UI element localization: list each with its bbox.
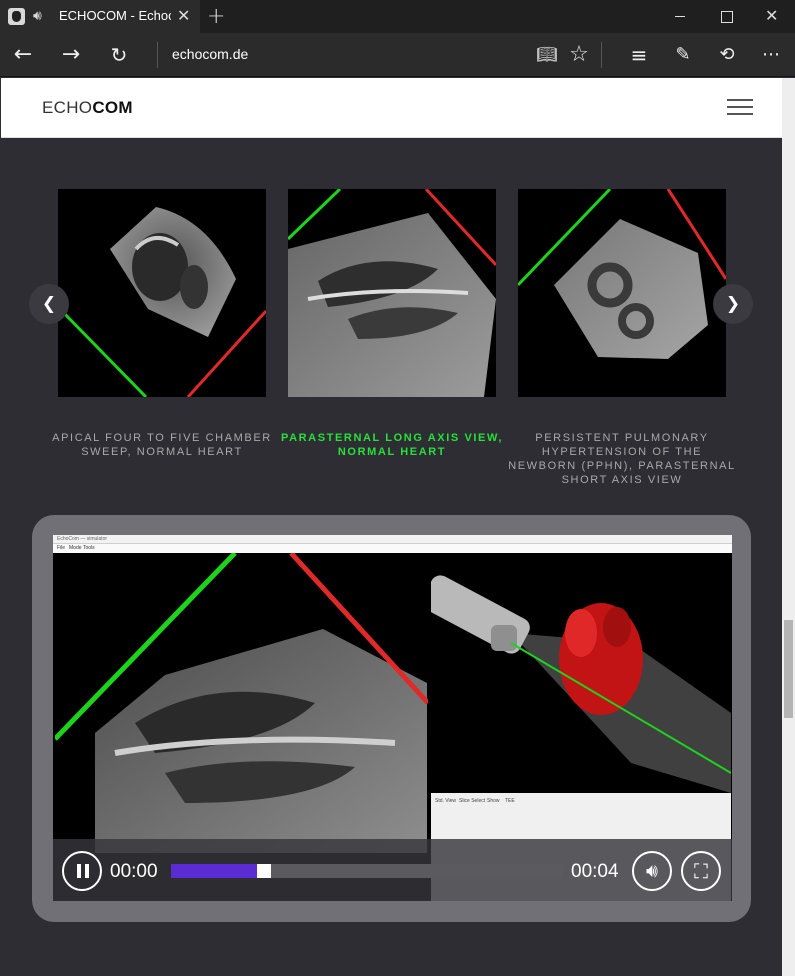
toolbar-separator: [157, 42, 158, 68]
recorded-app-titlebar: EchoCom — simulator: [53, 535, 732, 544]
maximize-window-icon[interactable]: [703, 0, 749, 33]
pause-button[interactable]: [62, 851, 102, 891]
recorded-app-menubar: File Mode Tools: [53, 544, 732, 553]
browser-titlebar: 🔊︎ ECHOCOM - Echoc ✕ + ✕: [0, 0, 795, 33]
tab-close-icon[interactable]: ✕: [177, 6, 190, 25]
audio-playing-icon[interactable]: 🔊︎: [33, 7, 42, 25]
refresh-icon[interactable]: ↻: [97, 33, 141, 77]
site-favicon-icon: [8, 8, 25, 25]
more-icon[interactable]: ⋯: [749, 33, 793, 77]
3d-heart-view: [421, 553, 732, 793]
carousel-thumbnail-active[interactable]: [288, 189, 496, 397]
duration-time: 00:04: [571, 861, 619, 882]
scrollbar-thumb[interactable]: [784, 620, 793, 718]
hub-icon[interactable]: ≡: [617, 33, 661, 77]
carousel-next-icon[interactable]: ❯: [713, 284, 753, 324]
close-window-icon[interactable]: ✕: [749, 0, 795, 33]
web-note-icon[interactable]: ✎: [661, 33, 705, 77]
back-icon[interactable]: ←: [1, 33, 45, 77]
page-scrollbar[interactable]: [782, 78, 795, 976]
carousel-caption[interactable]: Persistent pulmonary hypertension of the…: [507, 431, 737, 487]
tab-title: ECHOCOM - Echoc: [59, 8, 171, 23]
carousel-thumbnail[interactable]: [518, 189, 726, 397]
carousel-thumbnail[interactable]: [58, 189, 266, 397]
seek-bar-fill: [171, 864, 257, 878]
site-header: ECHOCOM: [1, 78, 782, 138]
volume-icon[interactable]: 🔊︎: [632, 851, 672, 891]
share-icon[interactable]: ⟲: [705, 33, 749, 77]
new-tab-icon[interactable]: +: [207, 4, 225, 29]
browser-toolbar: ← → ↻ echocom.de 📖︎ ☆ ≡ ✎ ⟲ ⋯: [0, 33, 795, 77]
current-time: 00:00: [110, 861, 158, 882]
address-field[interactable]: echocom.de: [172, 46, 248, 62]
video-controls: 00:00 00:04 🔊︎ ⛶: [53, 839, 732, 901]
carousel-caption[interactable]: Apical four to five chamber sweep, norma…: [47, 431, 277, 459]
toolbar-separator: [601, 42, 602, 68]
seek-bar[interactable]: [171, 864, 563, 878]
favorite-star-icon[interactable]: ☆: [557, 33, 601, 77]
minimize-window-icon[interactable]: [657, 0, 703, 33]
seek-bar-handle[interactable]: [257, 864, 271, 878]
forward-icon[interactable]: →: [49, 33, 93, 77]
fullscreen-icon[interactable]: ⛶: [681, 851, 721, 891]
carousel-prev-icon[interactable]: ❮: [29, 284, 69, 324]
browser-tab[interactable]: 🔊︎ ECHOCOM - Echoc ✕: [0, 0, 200, 33]
site-logo[interactable]: ECHOCOM: [42, 98, 133, 118]
hamburger-menu-icon[interactable]: [727, 98, 753, 116]
carousel-caption-active[interactable]: Parasternal long axis view, normal heart: [277, 431, 507, 459]
